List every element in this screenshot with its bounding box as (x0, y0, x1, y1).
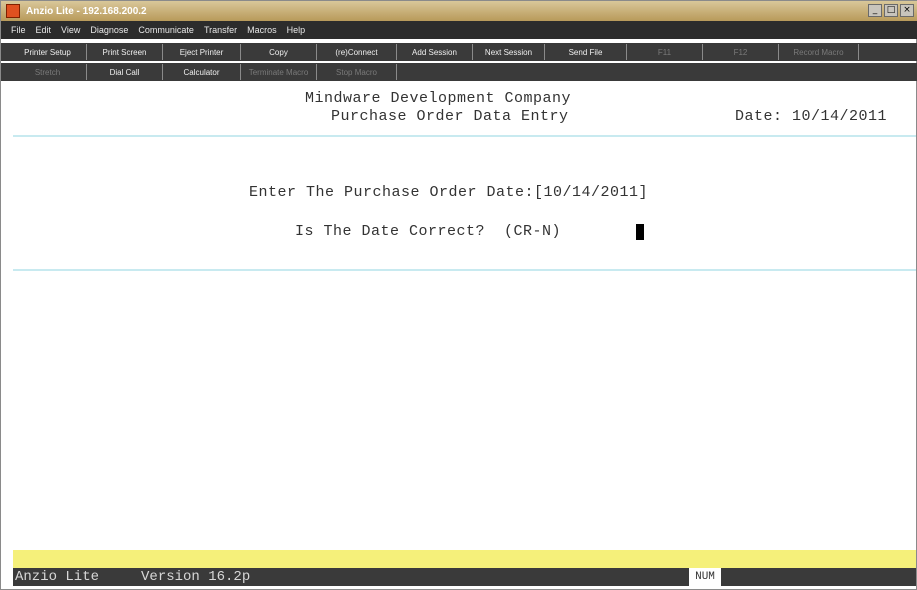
f12-button[interactable]: F12 (703, 44, 779, 60)
menu-communicate[interactable]: Communicate (138, 25, 194, 35)
window-title: Anzio Lite - 192.168.200.2 (26, 5, 147, 17)
add-session-button[interactable]: Add Session (397, 44, 473, 60)
date-correct-prompt: Is The Date Correct? (CR-N) (295, 223, 562, 240)
num-lock-indicator: NUM (689, 568, 721, 586)
version-label: Anzio Lite Version 16.2p (15, 569, 251, 585)
menu-bar: File Edit View Diagnose Communicate Tran… (1, 21, 917, 39)
toolbar-row-1: Printer Setup Print Screen Eject Printer… (1, 43, 917, 61)
menu-file[interactable]: File (11, 25, 26, 35)
menu-diagnose[interactable]: Diagnose (90, 25, 128, 35)
printer-setup-button[interactable]: Printer Setup (9, 44, 87, 60)
header-separator (13, 135, 916, 137)
copy-button[interactable]: Copy (241, 44, 317, 60)
print-screen-button[interactable]: Print Screen (87, 44, 163, 60)
close-icon[interactable]: × (900, 4, 914, 17)
app-icon (6, 4, 20, 18)
minimize-icon[interactable]: _ (868, 4, 882, 17)
message-bar (13, 550, 916, 568)
f11-button[interactable]: F11 (627, 44, 703, 60)
company-name: Mindware Development Company (305, 90, 572, 107)
text-cursor (636, 224, 644, 240)
menu-transfer[interactable]: Transfer (204, 25, 237, 35)
anzio-window: Anzio Lite - 192.168.200.2 _ □ × File Ed… (0, 0, 917, 590)
toolbar-row-2: Stretch Dial Call Calculator Terminate M… (1, 63, 917, 81)
terminal-screen[interactable]: Mindware Development Company Purchase Or… (13, 83, 916, 551)
stretch-button[interactable]: Stretch (9, 64, 87, 80)
terminate-macro-button[interactable]: Terminate Macro (241, 64, 317, 80)
dial-call-button[interactable]: Dial Call (87, 64, 163, 80)
menu-view[interactable]: View (61, 25, 80, 35)
status-bar: Anzio Lite Version 16.2p NUM (13, 568, 916, 586)
next-session-button[interactable]: Next Session (473, 44, 545, 60)
send-file-button[interactable]: Send File (545, 44, 627, 60)
body-separator (13, 269, 916, 271)
menu-macros[interactable]: Macros (247, 25, 277, 35)
record-macro-button[interactable]: Record Macro (779, 44, 859, 60)
program-title: Purchase Order Data Entry (331, 108, 569, 125)
reconnect-button[interactable]: (re)Connect (317, 44, 397, 60)
calculator-button[interactable]: Calculator (163, 64, 241, 80)
menu-edit[interactable]: Edit (36, 25, 52, 35)
po-date-prompt: Enter The Purchase Order Date:[10/14/201… (249, 184, 649, 201)
menu-help[interactable]: Help (287, 25, 306, 35)
title-bar[interactable]: Anzio Lite - 192.168.200.2 _ □ × (1, 1, 917, 21)
maximize-icon[interactable]: □ (884, 4, 898, 17)
window-controls: _ □ × (868, 4, 914, 17)
eject-printer-button[interactable]: Eject Printer (163, 44, 241, 60)
stop-macro-button[interactable]: Stop Macro (317, 64, 397, 80)
date-display: Date: 10/14/2011 (735, 108, 888, 125)
